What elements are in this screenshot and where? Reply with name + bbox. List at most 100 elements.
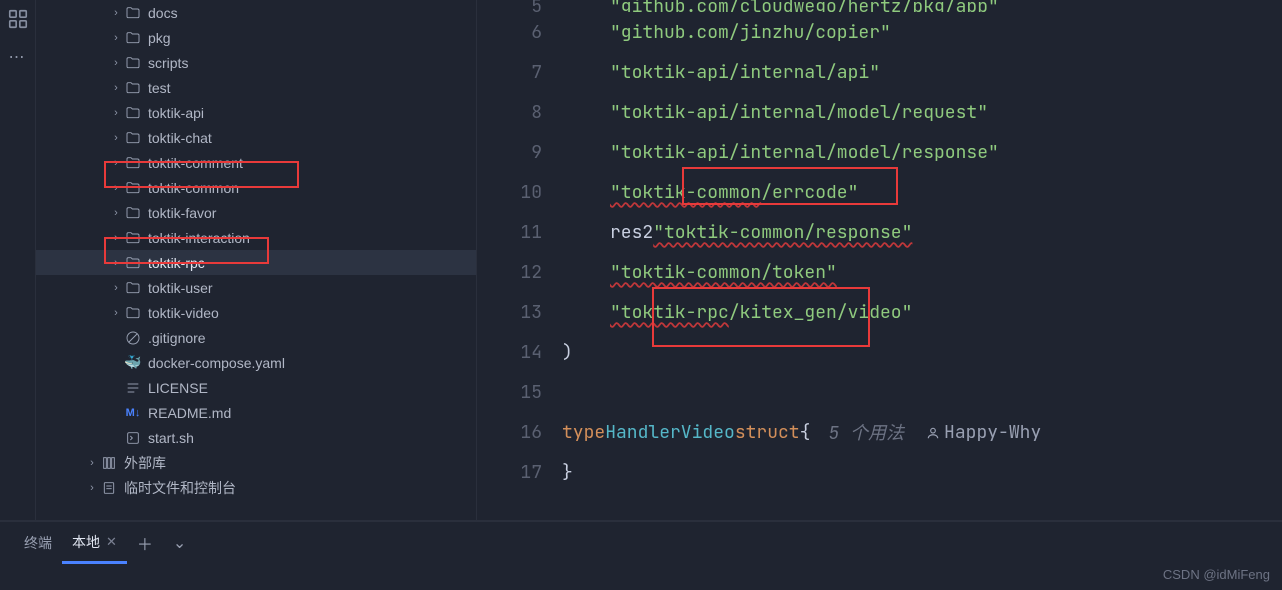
tree-label: pkg bbox=[148, 30, 171, 46]
tree-item-interaction[interactable]: ›toktik-interaction bbox=[36, 225, 476, 250]
terminal-tab-local[interactable]: 本地✕ bbox=[62, 522, 127, 564]
apps-icon[interactable] bbox=[7, 8, 29, 30]
tree-label: docs bbox=[148, 5, 178, 21]
folder-icon bbox=[124, 180, 142, 196]
tree-item-gitignore[interactable]: .gitignore bbox=[36, 325, 476, 350]
tree-label: docker-compose.yaml bbox=[148, 355, 285, 371]
gutter-line: 17 bbox=[477, 452, 542, 492]
usages-hint[interactable]: 5 个用法 bbox=[828, 419, 904, 445]
tree-item-readme[interactable]: M↓ README.md bbox=[36, 400, 476, 425]
gutter-line: 7 bbox=[477, 52, 542, 92]
tree-label: toktik-favor bbox=[148, 205, 216, 221]
terminal-tab-terminal[interactable]: 终端 bbox=[14, 522, 62, 564]
tree-item-start[interactable]: start.sh bbox=[36, 425, 476, 450]
chevron-right-icon: › bbox=[108, 257, 124, 269]
tree-item-video[interactable]: › toktik-video bbox=[36, 300, 476, 325]
main-area: ⋯ ›docs ›pkg ›scripts ›test ›toktik-api … bbox=[0, 0, 1282, 520]
tree-label: toktik-video bbox=[148, 305, 219, 321]
tree-label: toktik-rpc bbox=[148, 255, 205, 271]
tree-label: 临时文件和控制台 bbox=[124, 478, 236, 498]
tree-item-scratch[interactable]: › 临时文件和控制台 bbox=[36, 475, 476, 500]
code-line: "github.com/cloudwego/hertz/pkg/app" bbox=[562, 0, 1282, 12]
code-line: "toktik-api/internal/model/request" bbox=[562, 92, 1282, 132]
tree-item-compose[interactable]: 🐳docker-compose.yaml bbox=[36, 350, 476, 375]
author-hint[interactable]: Happy-Why bbox=[926, 421, 1041, 444]
gutter-line: 8 bbox=[477, 92, 542, 132]
tree-label: toktik-interaction bbox=[148, 230, 250, 246]
chevron-right-icon: › bbox=[108, 57, 124, 69]
tree-label: toktik-chat bbox=[148, 130, 212, 146]
chevron-right-icon: › bbox=[108, 307, 124, 319]
terminal-panel: 终端 本地✕ ＋ ⌄ bbox=[0, 520, 1282, 590]
gutter-line: 12 bbox=[477, 252, 542, 292]
gutter-line: 16 bbox=[477, 412, 542, 452]
gutter-line: 13 bbox=[477, 292, 542, 332]
tree-item-pkg[interactable]: › pkg bbox=[36, 25, 476, 50]
code-line: "github.com/jinzhu/copier" bbox=[562, 12, 1282, 52]
chevron-right-icon: › bbox=[84, 482, 100, 494]
tree-item-common[interactable]: ›toktik-common bbox=[36, 175, 476, 200]
chevron-right-icon: › bbox=[108, 7, 124, 19]
folder-icon bbox=[124, 155, 142, 171]
code-line: res2 "toktik-common/response" bbox=[562, 212, 1282, 252]
code-line: "toktik-common/errcode" bbox=[562, 172, 1282, 212]
chevron-right-icon: › bbox=[108, 32, 124, 44]
markdown-icon: M↓ bbox=[124, 407, 142, 419]
tree-label: toktik-api bbox=[148, 105, 204, 121]
code-line bbox=[562, 372, 1282, 412]
dropdown-icon[interactable]: ⌄ bbox=[163, 533, 196, 553]
tree-item-docs[interactable]: › docs bbox=[36, 0, 476, 25]
file-tree: ›docs ›pkg ›scripts ›test ›toktik-api ›t… bbox=[36, 0, 476, 520]
tree-item-license[interactable]: LICENSE bbox=[36, 375, 476, 400]
tree-item-comment[interactable]: › toktik-comment bbox=[36, 150, 476, 175]
folder-icon bbox=[124, 280, 142, 296]
tree-label: LICENSE bbox=[148, 380, 208, 396]
gutter-line: 14 bbox=[477, 332, 542, 372]
gutter-line: 9 bbox=[477, 132, 542, 172]
chevron-right-icon: › bbox=[108, 282, 124, 294]
scratch-icon bbox=[100, 480, 118, 496]
folder-icon bbox=[124, 205, 142, 221]
code-content[interactable]: "github.com/cloudwego/hertz/pkg/app" "gi… bbox=[562, 0, 1282, 520]
new-tab-button[interactable]: ＋ bbox=[127, 531, 163, 555]
shell-file-icon bbox=[124, 430, 142, 446]
tree-label: toktik-common bbox=[148, 180, 239, 196]
code-line: "toktik-api/internal/api" bbox=[562, 52, 1282, 92]
folder-icon bbox=[124, 230, 142, 246]
tree-item-api[interactable]: ›toktik-api bbox=[36, 100, 476, 125]
more-icon[interactable]: ⋯ bbox=[7, 46, 29, 68]
tree-item-test[interactable]: ›test bbox=[36, 75, 476, 100]
tree-item-favor[interactable]: ›toktik-favor bbox=[36, 200, 476, 225]
chevron-right-icon: › bbox=[108, 157, 124, 169]
line-numbers: 5 6 7 8 9 10 11 12 13 14 15 16 17 bbox=[477, 0, 562, 520]
chevron-right-icon: › bbox=[108, 132, 124, 144]
folder-icon bbox=[124, 30, 142, 46]
tree-label: toktik-comment bbox=[148, 155, 243, 171]
tree-item-external[interactable]: › 外部库 bbox=[36, 450, 476, 475]
folder-icon bbox=[124, 130, 142, 146]
tree-label: test bbox=[148, 80, 171, 96]
gutter-line: 5 bbox=[477, 0, 542, 12]
library-icon bbox=[100, 455, 118, 471]
tree-label: toktik-user bbox=[148, 280, 213, 296]
tree-item-rpc[interactable]: › toktik-rpc bbox=[36, 250, 476, 275]
code-editor[interactable]: 5 6 7 8 9 10 11 12 13 14 15 16 17 "githu… bbox=[476, 0, 1282, 520]
folder-icon bbox=[124, 5, 142, 21]
folder-icon bbox=[124, 305, 142, 321]
gutter-line: 6 bbox=[477, 12, 542, 52]
code-line: "toktik-common/token" bbox=[562, 252, 1282, 292]
tree-label: 外部库 bbox=[124, 453, 166, 473]
tree-item-scripts[interactable]: ›scripts bbox=[36, 50, 476, 75]
folder-icon bbox=[124, 80, 142, 96]
chevron-right-icon: › bbox=[84, 457, 100, 469]
tree-item-chat[interactable]: › toktik-chat bbox=[36, 125, 476, 150]
close-icon[interactable]: ✕ bbox=[106, 534, 117, 550]
code-line: ) bbox=[562, 332, 1282, 372]
code-line: "toktik-rpc/kitex_gen/video" bbox=[562, 292, 1282, 332]
tree-item-user[interactable]: › toktik-user bbox=[36, 275, 476, 300]
tree-label: README.md bbox=[148, 405, 231, 421]
folder-icon bbox=[124, 55, 142, 71]
activity-bar: ⋯ bbox=[0, 0, 36, 520]
denied-icon bbox=[124, 330, 142, 346]
tree-label: .gitignore bbox=[148, 330, 206, 346]
